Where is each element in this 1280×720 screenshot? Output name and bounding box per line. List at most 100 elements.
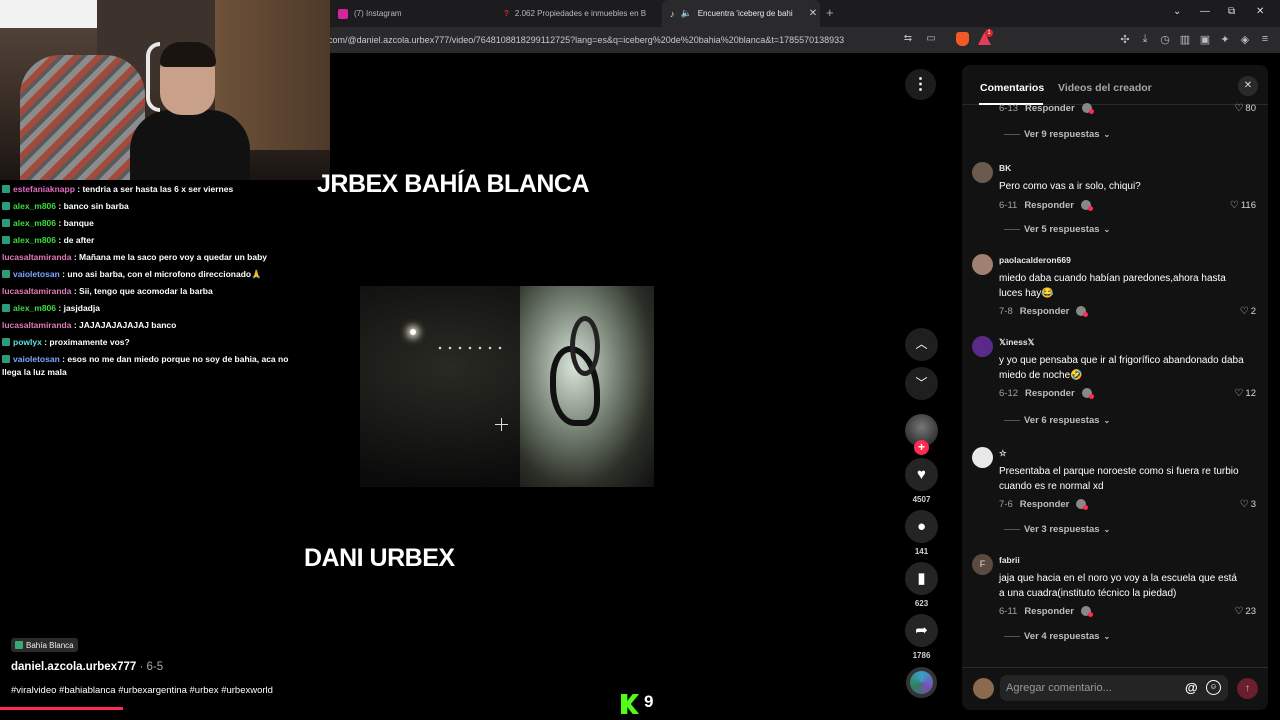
reply-button[interactable]: Responder	[1024, 606, 1074, 617]
location-tag[interactable]: Bahía Blanca	[11, 638, 78, 652]
address-bar[interactable]: com/@daniel.azcola.urbex777/video/764810…	[320, 30, 910, 50]
comment-username[interactable]: fabrii	[999, 555, 1020, 565]
view-replies-button[interactable]: Ver 9 respuestas ⌄	[1004, 129, 1110, 140]
comment-meta: 6-12 Responder	[999, 388, 1094, 399]
post-date: · 6-5	[136, 661, 164, 673]
translate-icon[interactable]: ⇆	[902, 33, 914, 45]
follow-plus-icon[interactable]: +	[914, 440, 929, 455]
comment-text: Pero como vas a ir solo, chiqui?	[999, 181, 1141, 192]
speaker-icon: 🔈	[680, 8, 692, 18]
comment-like-button[interactable]: ♡ 3	[1240, 499, 1256, 510]
distant-lights	[435, 346, 505, 350]
comment-like-button[interactable]: ♡ 80	[1234, 103, 1256, 114]
comment-like-count: 23	[1245, 606, 1256, 617]
hashtags[interactable]: #viralvideo #bahiablanca #urbexargentina…	[11, 685, 273, 696]
extensions-icon[interactable]: ✣	[1118, 33, 1132, 46]
previous-video-button[interactable]: ︿	[905, 328, 938, 361]
video-progress-bar[interactable]	[0, 707, 123, 710]
more-options-button[interactable]: ⋮	[905, 69, 936, 100]
view-replies-button[interactable]: Ver 4 respuestas ⌄	[1004, 631, 1110, 642]
comment-meta: 6-11 Responder	[999, 200, 1093, 211]
restore-button[interactable]: ⧉	[1228, 6, 1235, 17]
leo-ai-icon[interactable]: ✦	[1218, 33, 1232, 46]
chat-text: : jasjdadja	[58, 303, 100, 313]
downloads-icon[interactable]: ⤓	[1138, 33, 1152, 46]
video-frame[interactable]	[360, 286, 654, 487]
reply-button[interactable]: Responder	[1025, 103, 1075, 114]
avatar[interactable]: F	[972, 554, 993, 575]
chat-message: estefaniaknapp : tendria a ser hasta las…	[2, 181, 302, 198]
save-button[interactable]: ▮	[905, 562, 938, 595]
comment-username[interactable]: 𝕏iness𝕏	[999, 337, 1034, 348]
reply-button[interactable]: Responder	[1025, 388, 1075, 399]
reply-button[interactable]: Responder	[1024, 200, 1074, 211]
view-replies-label: Ver 3 respuestas	[1024, 524, 1100, 535]
comment-like-button[interactable]: ♡ 12	[1234, 388, 1256, 399]
creator-liked-icon	[1080, 200, 1093, 211]
sound-disc-icon[interactable]	[906, 667, 937, 698]
creator-liked-icon	[1081, 103, 1094, 114]
tab-propiedades[interactable]: ? 2.062 Propiedades e inmuebles en B	[496, 0, 661, 27]
comment-date: 6-12	[999, 388, 1019, 399]
chat-message: vaioletosan : esos no me dan miedo porqu…	[2, 351, 302, 379]
comment-username[interactable]: BK	[999, 163, 1011, 173]
comment-like-count: 3	[1250, 499, 1256, 510]
tab-close-icon[interactable]: ✕	[809, 8, 817, 19]
creator-liked-icon	[1076, 306, 1089, 317]
send-button[interactable]: ↑	[1237, 678, 1258, 699]
chat-username: lucasaltamiranda	[2, 252, 72, 262]
comment-text: y yo que pensaba que ir al frigorífico a…	[999, 355, 1244, 381]
view-replies-button[interactable]: Ver 6 respuestas ⌄	[1004, 415, 1110, 426]
video-author[interactable]: daniel.azcola.urbex777 · 6-5	[11, 661, 163, 673]
menu-icon[interactable]: ≡	[1258, 33, 1272, 45]
close-window-button[interactable]: ✕	[1256, 6, 1264, 17]
comment-button[interactable]: ●	[905, 510, 938, 543]
share-button[interactable]: ➦	[905, 614, 938, 647]
tab-list-chevron-icon[interactable]: ⌄	[1173, 6, 1181, 17]
tab-tiktok-active[interactable]: ♪ 🔈 Encuentra 'iceberg de bahia b ✕	[662, 0, 820, 27]
avatar[interactable]	[972, 336, 993, 357]
next-video-button[interactable]: ﹀	[905, 367, 938, 400]
reply-button[interactable]: Responder	[1020, 499, 1070, 510]
tab-comments[interactable]: Comentarios	[980, 82, 1044, 94]
chevron-down-icon: ⌄	[1103, 416, 1111, 425]
view-replies-button[interactable]: Ver 5 respuestas ⌄	[1004, 224, 1110, 235]
heart-outline-icon: ♡	[1239, 499, 1249, 510]
history-icon[interactable]: ◷	[1158, 33, 1172, 46]
avatar[interactable]	[972, 254, 993, 275]
cursor-crosshair-icon	[495, 418, 508, 431]
avatar[interactable]	[972, 447, 993, 468]
new-tab-button[interactable]: +	[826, 5, 834, 20]
gaming-chair	[20, 55, 145, 180]
minimize-button[interactable]: —	[1200, 6, 1210, 17]
like-button[interactable]: ♥	[905, 458, 938, 491]
vpn-icon[interactable]: ◈	[1238, 33, 1252, 46]
close-panel-button[interactable]: ✕	[1238, 76, 1258, 96]
comment-like-count: 116	[1240, 200, 1256, 211]
comment-like-button[interactable]: ♡ 2	[1240, 306, 1256, 317]
avatar[interactable]	[972, 162, 993, 183]
view-replies-label: Ver 9 respuestas	[1024, 129, 1100, 140]
comment-meta: 6-13 Responder	[999, 103, 1094, 114]
wallet-icon[interactable]: ▣	[1198, 33, 1212, 46]
cast-icon[interactable]: ▭	[925, 33, 937, 45]
tab-instagram[interactable]: (7) Instagram	[330, 0, 495, 27]
chevron-down-icon: ⌄	[1103, 632, 1111, 641]
emoji-icon[interactable]: ☺	[1206, 680, 1221, 695]
subscriber-badge-icon	[2, 202, 10, 210]
comment-like-button[interactable]: ♡ 116	[1230, 200, 1256, 211]
comment-like-button[interactable]: ♡ 23	[1234, 606, 1256, 617]
comment-username[interactable]: ☆	[999, 448, 1007, 459]
tab-creator-videos[interactable]: Videos del creador	[1058, 82, 1152, 94]
author-name[interactable]: daniel.azcola.urbex777	[11, 661, 136, 673]
view-replies-button[interactable]: Ver 3 respuestas ⌄	[1004, 524, 1110, 535]
comment-date: 6-11	[999, 200, 1018, 211]
sidebar-icon[interactable]: ▥	[1178, 33, 1192, 46]
comment-username[interactable]: paolacalderon669	[999, 255, 1071, 265]
heart-outline-icon: ♡	[1229, 200, 1239, 211]
view-replies-label: Ver 4 respuestas	[1024, 631, 1100, 642]
mention-icon[interactable]: @	[1185, 680, 1198, 695]
chevron-down-icon: ⌄	[1103, 225, 1111, 234]
brave-shields-icon[interactable]	[956, 32, 969, 46]
reply-button[interactable]: Responder	[1020, 306, 1070, 317]
